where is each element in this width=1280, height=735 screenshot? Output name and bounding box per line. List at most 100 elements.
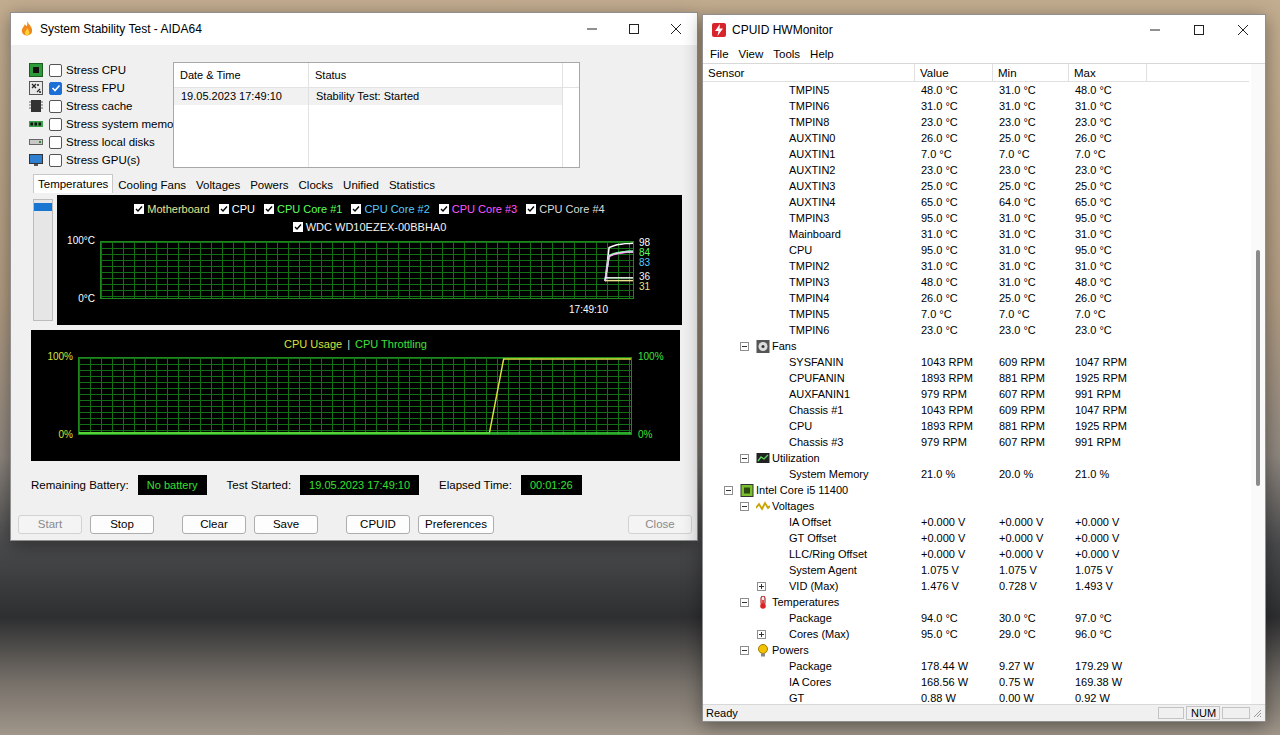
vertical-scrollbar[interactable] [1251,64,1265,704]
sensor-row[interactable]: Chassis #3979 RPM607 RPM991 RPM [703,434,1249,450]
checkbox[interactable] [49,118,62,131]
sensor-row[interactable]: TMPIN348.0 °C31.0 °C48.0 °C [703,274,1249,290]
action-button[interactable]: Save [254,515,318,534]
sensor-row[interactable]: AUXTIN223.0 °C23.0 °C23.0 °C [703,162,1249,178]
maximize-button[interactable] [1177,15,1221,45]
sensor-row[interactable]: Powers [703,642,1249,658]
action-button[interactable]: Clear [182,515,246,534]
sensor-row[interactable]: Utilization [703,450,1249,466]
sensor-row[interactable]: CPU1893 RPM881 RPM1925 RPM [703,418,1249,434]
expand-toggle[interactable] [724,486,733,495]
action-button[interactable]: CPUID [346,515,410,534]
legend-scroller[interactable] [33,199,53,321]
sensor-row[interactable]: TMPIN57.0 °C7.0 °C7.0 °C [703,306,1249,322]
legend-checkbox[interactable] [351,204,361,214]
checkbox[interactable] [49,82,62,95]
stress-option[interactable]: Stress GPU(s) [29,151,173,169]
legend-item[interactable]: CPU Core #3 [439,203,517,215]
menu-item[interactable]: Help [805,48,839,60]
legend-item[interactable]: WDC WD10EZEX-00BBHA0 [293,221,447,233]
log-cell[interactable]: Stability Test: Started [309,88,562,105]
sensor-row[interactable]: TMPIN631.0 °C31.0 °C31.0 °C [703,98,1249,114]
tab[interactable]: Cooling Fans [113,176,191,193]
sensor-row[interactable]: LLC/Ring Offset+0.000 V+0.000 V+0.000 V [703,546,1249,562]
tab[interactable]: Clocks [294,176,339,193]
sensor-row[interactable]: SYSFANIN1043 RPM609 RPM1047 RPM [703,354,1249,370]
sensor-row[interactable]: Chassis #11043 RPM609 RPM1047 RPM [703,402,1249,418]
minimize-button[interactable] [1133,15,1177,45]
minimize-button[interactable] [571,13,613,45]
scrollbar-thumb[interactable] [1256,250,1260,487]
legend-item[interactable]: CPU [219,203,255,215]
sensor-row[interactable]: AUXTIN17.0 °C7.0 °C7.0 °C [703,146,1249,162]
sensor-row[interactable]: TMPIN623.0 °C23.0 °C23.0 °C [703,322,1249,338]
legend-checkbox[interactable] [264,204,274,214]
stress-option[interactable]: Stress local disks [29,133,173,151]
checkbox[interactable] [49,154,62,167]
close-button[interactable] [655,13,697,45]
sensor-row[interactable]: AUXFANIN1979 RPM607 RPM991 RPM [703,386,1249,402]
expand-toggle[interactable] [740,646,749,655]
tab[interactable]: Unified [338,176,384,193]
legend-checkbox[interactable] [134,204,144,214]
close-button[interactable] [1221,15,1265,45]
menu-item[interactable]: Tools [768,48,805,60]
expand-toggle[interactable] [740,598,749,607]
sensor-row[interactable]: TMPIN231.0 °C31.0 °C31.0 °C [703,258,1249,274]
legend-item[interactable]: CPU Core #1 [264,203,342,215]
legend-checkbox[interactable] [439,204,449,214]
action-button[interactable]: Close [628,515,692,534]
sensor-row[interactable]: Fans [703,338,1249,354]
column-header[interactable]: Value [915,64,993,81]
legend-checkbox[interactable] [219,204,229,214]
expand-toggle[interactable] [740,342,749,351]
expand-toggle[interactable] [740,502,749,511]
sensor-row[interactable]: TMPIN548.0 °C31.0 °C48.0 °C [703,82,1249,98]
stress-option[interactable]: Stress CPU [29,61,173,79]
legend-checkbox[interactable] [526,204,536,214]
log-cell[interactable]: 19.05.2023 17:49:10 [174,88,308,105]
checkbox[interactable] [49,100,62,113]
sensor-row[interactable]: TMPIN823.0 °C23.0 °C23.0 °C [703,114,1249,130]
legend-item[interactable]: CPU Core #4 [526,203,604,215]
sensor-row[interactable]: VID (Max)1.476 V0.728 V1.493 V [703,578,1249,594]
menu-item[interactable]: View [734,48,769,60]
stress-option[interactable]: Stress system memory [29,115,173,133]
sensor-row[interactable]: Temperatures [703,594,1249,610]
resize-grip-icon[interactable] [1252,708,1262,718]
menu-item[interactable]: File [705,48,734,60]
checkbox[interactable] [49,136,62,149]
tab[interactable]: Temperatures [33,174,113,193]
sensor-row[interactable]: IA Offset+0.000 V+0.000 V+0.000 V [703,514,1249,530]
sensor-row[interactable]: Intel Core i5 11400 [703,482,1249,498]
column-header[interactable]: Status [309,63,562,88]
expand-toggle[interactable] [757,582,766,591]
sensor-row[interactable]: CPUFANIN1893 RPM881 RPM1925 RPM [703,370,1249,386]
sensor-row[interactable]: GT0.88 W0.00 W0.92 W [703,690,1249,704]
checkbox[interactable] [49,64,62,77]
action-button[interactable]: Start [18,515,82,534]
sensor-row[interactable]: IA Cores168.56 W0.75 W169.38 W [703,674,1249,690]
expand-toggle[interactable] [740,454,749,463]
sensor-row[interactable]: GT Offset+0.000 V+0.000 V+0.000 V [703,530,1249,546]
sensor-row[interactable]: Cores (Max)95.0 °C29.0 °C96.0 °C [703,626,1249,642]
sensor-row[interactable]: Mainboard31.0 °C31.0 °C31.0 °C [703,226,1249,242]
sensor-row[interactable]: System Memory21.0 %20.0 %21.0 % [703,466,1249,482]
sensor-row[interactable]: AUXTIN465.0 °C64.0 °C65.0 °C [703,194,1249,210]
maximize-button[interactable] [613,13,655,45]
stress-option[interactable]: Stress cache [29,97,173,115]
sensor-row[interactable]: System Agent1.075 V1.075 V1.075 V [703,562,1249,578]
action-button[interactable]: Stop [90,515,154,534]
tab[interactable]: Statistics [384,176,440,193]
stress-option[interactable]: Stress FPU [29,79,173,97]
sensor-row[interactable]: TMPIN395.0 °C31.0 °C95.0 °C [703,210,1249,226]
column-header[interactable]: Sensor [703,64,915,81]
column-header[interactable]: Date & Time [174,63,308,88]
column-header[interactable]: Min [993,64,1069,81]
expand-toggle[interactable] [757,630,766,639]
column-header[interactable]: Max [1069,64,1147,81]
sensor-row[interactable]: Package94.0 °C30.0 °C97.0 °C [703,610,1249,626]
legend-checkbox[interactable] [293,222,303,232]
sensor-row[interactable]: Voltages [703,498,1249,514]
sensor-row[interactable]: TMPIN426.0 °C25.0 °C26.0 °C [703,290,1249,306]
